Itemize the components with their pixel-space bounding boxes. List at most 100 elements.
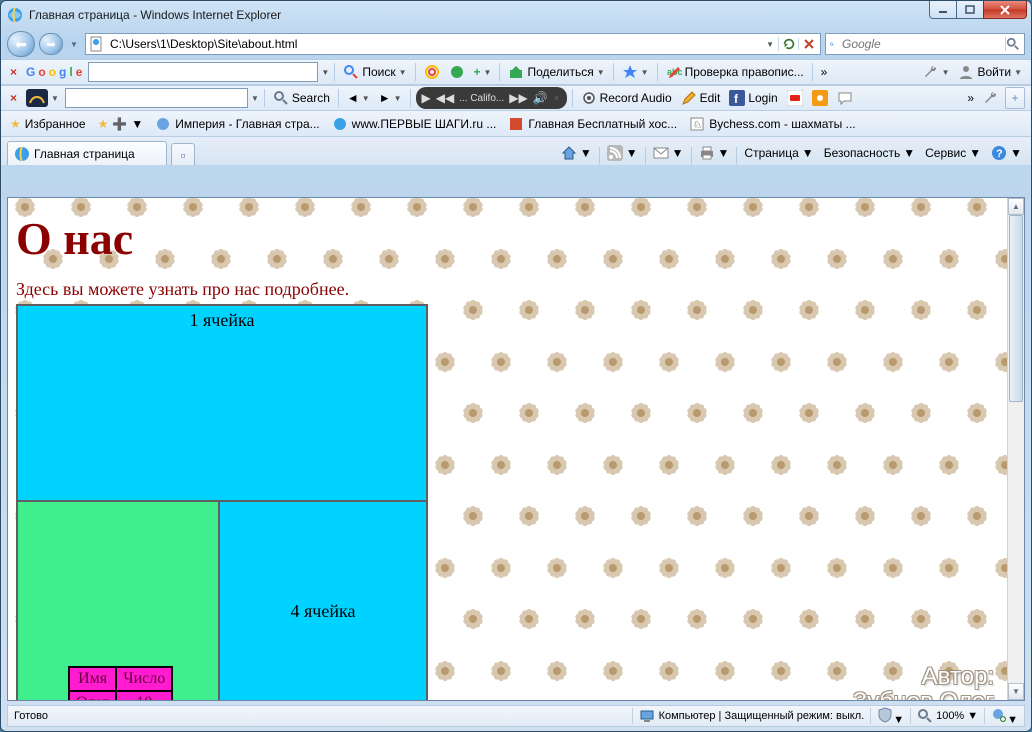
favorites-bar: ★Избранное ★➕▼ Империя - Главная стра...… [1,111,1031,137]
swag-add-icon[interactable]: + [1005,87,1025,109]
cell-4: 4 ячейка [219,501,427,701]
print-button[interactable]: ▼ [696,141,733,165]
favlink-2[interactable]: Главная Бесплатный хос... [505,115,680,133]
home-button[interactable]: ▼ [558,141,595,165]
google-icon: G [830,36,836,52]
gear-add-icon [991,707,1007,723]
new-tab-button[interactable]: ▫ [171,143,195,165]
scroll-down-button[interactable]: ▼ [1008,683,1024,700]
google-search-button[interactable]: Поиск▼ [340,61,409,83]
status-gear-button[interactable]: ▼ [991,707,1018,726]
swag-next-icon[interactable]: ►▼ [376,87,405,109]
fb-login-button[interactable]: fLogin [726,87,780,109]
titlebar: Главная страница - Windows Internet Expl… [1,1,1031,29]
refresh-button[interactable] [778,37,798,51]
window-buttons [930,1,1027,19]
feeds-button[interactable]: ▼ [604,141,641,165]
inner-table: ИмяЧисло Олег10 [68,666,173,701]
player-vol-icon[interactable]: 🔊 [533,91,548,105]
add-favorite-button[interactable]: ★➕▼ [95,116,147,132]
address-bar[interactable]: ▼ [85,33,821,55]
chevrons-icon[interactable]: » [964,87,977,109]
mail-button[interactable]: ▼ [650,141,687,165]
swag-search-dd[interactable]: ▼ [251,94,259,103]
player-play-icon[interactable]: ▶ [422,91,431,105]
protected-mode-button[interactable]: ▼ [877,707,904,726]
zoom-button[interactable]: 100%▼ [917,708,978,724]
nav-history-dropdown[interactable]: ▼ [67,31,81,57]
google-spellcheck-button[interactable]: abcПроверка правопис... [663,61,807,83]
help-button[interactable]: ?▼ [988,141,1025,165]
swag-search-input[interactable] [65,88,248,108]
swag-search-button[interactable]: Search [270,87,333,109]
favlink-0[interactable]: Империя - Главная стра... [152,115,322,133]
player-next-icon[interactable]: ▶▶ [509,91,527,105]
window-title: Главная страница - Windows Internet Expl… [29,8,281,22]
maximize-button[interactable] [956,1,984,19]
youtube-icon[interactable] [784,87,806,109]
player-track-text: ... Califo... [459,93,504,104]
google-search-input[interactable] [88,62,318,82]
status-zone: Компьютер | Защищенный режим: выкл. [639,708,865,724]
forward-button[interactable]: ➡ [39,33,63,55]
tab-title: Главная страница [34,147,135,161]
svg-text:?: ? [996,148,1003,160]
toolbar-close-icon-2[interactable]: × [7,87,20,109]
content-viewport: О нас Здесь вы можете узнать про нас под… [7,197,1025,701]
google-wrench-icon[interactable]: ▼ [920,61,953,83]
scroll-track[interactable] [1008,215,1024,683]
scroll-thumb[interactable] [1009,215,1023,402]
inner-td-name: Олег [69,691,116,701]
google-brand[interactable]: Google [23,61,85,83]
browser-search-input[interactable] [840,35,1001,53]
google-more-button[interactable]: » [818,61,831,83]
zoom-icon [917,708,933,724]
security-menu[interactable]: Безопасность▼ [821,141,918,165]
url-dropdown-icon[interactable]: ▼ [762,40,778,49]
edit-button[interactable]: Edit [678,87,724,109]
swag-toolbar: × ▼ ▼ Search ◄▼ ►▼ ▶ ◀◀ ... Califo... ▶▶… [1,85,1031,111]
url-input[interactable] [108,35,762,53]
swag-logo-icon[interactable]: ▼ [23,87,62,109]
search-go-button[interactable] [1005,37,1020,51]
media-player[interactable]: ▶ ◀◀ ... Califo... ▶▶ 🔊 ▼ [416,87,567,109]
ie-page-icon [14,146,30,162]
layout-table: 1 ячейка ИмяЧисло Олег10 4 ячейка [16,304,428,701]
stop-button[interactable] [798,38,818,50]
chat-icon[interactable] [834,87,856,109]
service-menu[interactable]: Сервис▼ [922,141,984,165]
inner-th-name: Имя [69,667,116,691]
favlink-1[interactable]: www.ПЕРВЫЕ ШАГИ.ru ... [329,115,500,133]
vertical-scrollbar[interactable]: ▲ ▼ [1007,198,1024,700]
google-swirl-icon[interactable] [421,61,443,83]
ie-icon [7,7,23,23]
toolbar-close-icon[interactable]: × [7,61,20,83]
google-plus-icon[interactable]: +▼ [471,61,495,83]
google-login-button[interactable]: Войти▼ [955,61,1025,83]
inner-td-num: 10 [116,691,172,701]
player-prev-icon[interactable]: ◀◀ [436,91,454,105]
browser-search-box[interactable]: G [825,33,1025,55]
favlink-3[interactable]: ♘Bychess.com - шахматы ... [686,115,858,133]
google-bookmark-icon[interactable]: ▼ [619,61,652,83]
close-button[interactable] [983,1,1027,19]
computer-icon [639,708,655,724]
tab-active[interactable]: Главная страница [7,141,167,165]
status-ready: Готово [14,710,48,722]
google-globe-icon[interactable] [446,61,468,83]
scroll-up-button[interactable]: ▲ [1008,198,1024,215]
window-chrome: Главная страница - Windows Internet Expl… [0,0,1032,732]
back-button[interactable]: ⬅ [7,31,35,57]
svg-text:G: G [830,42,834,47]
favorites-button[interactable]: ★Избранное [7,116,89,132]
page-menu[interactable]: Страница▼ [741,141,816,165]
swag-wrench-icon[interactable] [980,87,1002,109]
minimize-button[interactable] [929,1,957,19]
page-heading: О нас [16,212,1016,265]
orange-app-icon[interactable] [809,87,831,109]
author-watermark: Автор: Зубцов Олег [853,664,994,701]
record-audio-button[interactable]: Record Audio [578,87,675,109]
google-search-dd[interactable]: ▼ [321,68,329,77]
swag-prev-icon[interactable]: ◄▼ [344,87,373,109]
google-share-button[interactable]: Поделиться▼ [505,61,607,83]
